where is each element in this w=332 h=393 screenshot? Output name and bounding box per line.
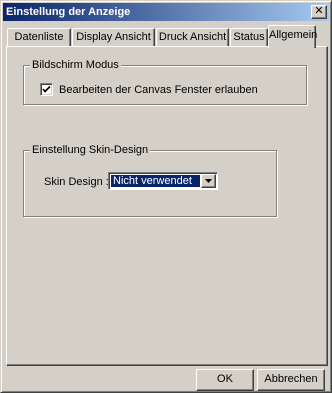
close-icon: ✕ [314,5,324,17]
edit-canvas-checkbox-label[interactable]: Bearbeiten der Canvas Fenster erlauben [59,84,258,96]
ok-button[interactable]: OK [196,369,254,391]
edit-canvas-checkbox[interactable] [40,83,53,96]
tab-label: Status [233,31,265,43]
dialog-window: Einstellung der Anzeige ✕ Datenliste Dis… [0,0,332,393]
tab-druck-ansicht[interactable]: Druck Ansicht [156,28,229,46]
tab-label: Druck Ansicht [158,31,227,43]
tab-label: Allgemein [269,29,318,41]
tab-allgemein[interactable]: Allgemein [268,25,318,48]
skin-design-select[interactable]: Nicht verwendet [108,172,218,190]
skin-design-group: Einstellung Skin-Design Skin Design : Ni… [23,144,277,217]
tab-label: Datenliste [14,31,64,43]
tab-status[interactable]: Status [230,28,268,46]
window-title: Einstellung der Anzeige [6,6,131,18]
dropdown-button[interactable] [201,174,216,188]
tab-display-ansicht[interactable]: Display Ansicht [72,28,155,46]
screen-mode-group: Bildschirm Modus Bearbeiten der Canvas F… [23,59,307,105]
skin-design-selected-value: Nicht verwendet [111,175,200,187]
skin-design-label: Skin Design : [44,176,109,188]
close-button[interactable]: ✕ [311,5,327,19]
tab-label: Display Ansicht [76,31,151,43]
checkmark-icon [42,85,51,93]
screen-mode-group-label: Bildschirm Modus [30,59,121,71]
skin-design-group-label: Einstellung Skin-Design [30,144,151,156]
tab-datenliste[interactable]: Datenliste [7,28,71,46]
chevron-down-icon [205,179,212,183]
tab-panel-allgemein: Bildschirm Modus Bearbeiten der Canvas F… [6,46,328,366]
title-bar[interactable]: Einstellung der Anzeige ✕ [3,3,329,21]
cancel-button[interactable]: Abbrechen [257,369,325,391]
